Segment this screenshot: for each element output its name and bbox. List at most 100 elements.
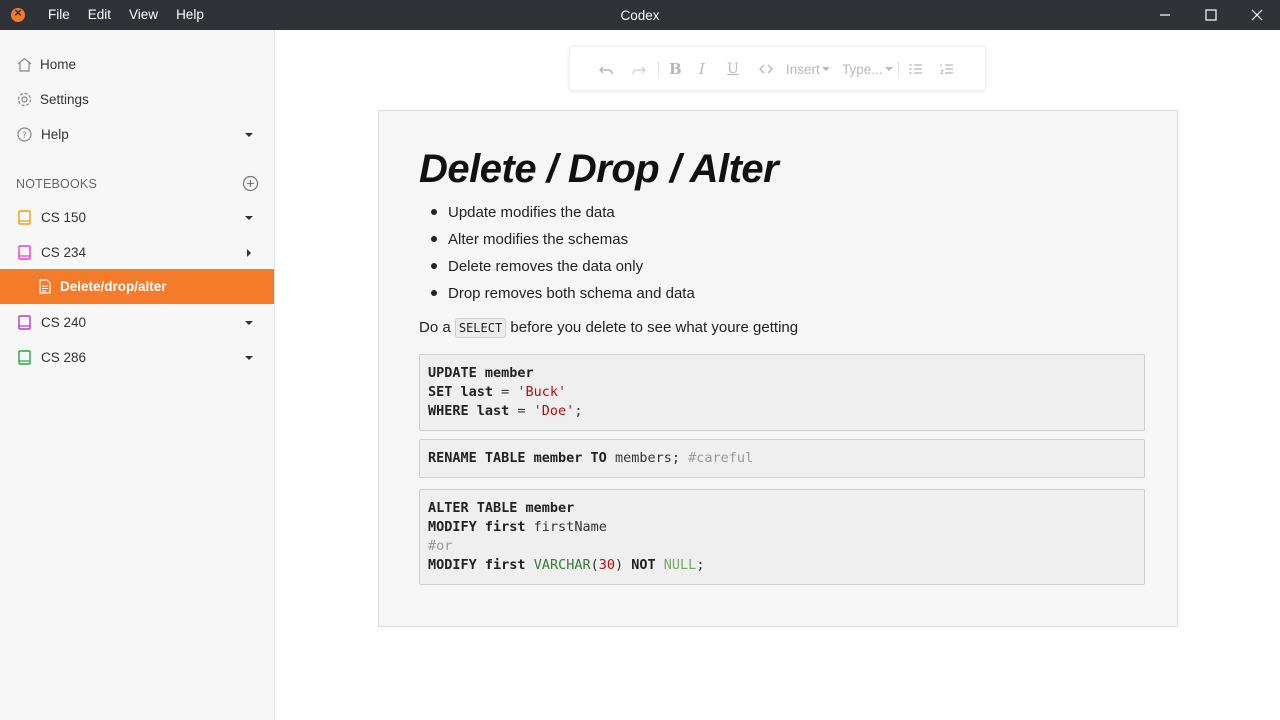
inline-code: SELECT [454, 318, 507, 338]
paragraph-text: before you delete to see what youre gett… [510, 319, 799, 336]
code-token: UPDATE member [428, 365, 534, 381]
type-label: Type... [842, 61, 883, 77]
sidebar-item-home[interactable]: Home [0, 47, 274, 82]
code-token: ; [574, 403, 583, 419]
menu-help[interactable]: Help [167, 0, 213, 30]
code-block[interactable]: UPDATE member SET last = 'Buck' WHERE last… [419, 354, 1145, 431]
maximize-button[interactable] [1188, 0, 1234, 30]
code-token: #or [428, 538, 453, 554]
code-token: ALTER TABLE member [428, 500, 575, 516]
help-circle-icon: ? [17, 127, 32, 142]
numbered-list-button[interactable] [939, 59, 955, 79]
code-icon [759, 64, 773, 74]
code-token: #careful [688, 450, 754, 466]
code-token: MODIFY first [428, 557, 526, 573]
notebook-item-cs150[interactable]: CS 150 [0, 200, 274, 235]
code-token: 'Buck' [517, 384, 567, 400]
minimize-button[interactable] [1142, 0, 1188, 30]
note-page[interactable]: Delete / Drop / Alter Update modifies th… [378, 110, 1178, 627]
chevron-down-icon[interactable] [244, 130, 254, 140]
code-token: NOT [631, 557, 656, 573]
notebook-item-cs286[interactable]: CS 286 [0, 340, 274, 375]
note-item-delete-drop-alter[interactable]: Delete/drop/alter [0, 269, 274, 304]
gear-icon [17, 92, 32, 107]
menu-file[interactable]: File [39, 0, 79, 30]
code-line: MODIFY first VARCHAR(30) NOT NULL; [428, 556, 1136, 575]
sidebar-item-label: Home [40, 57, 77, 72]
code-token: SET last [428, 384, 494, 400]
bullet-list-button[interactable] [908, 59, 924, 79]
code-line: SET last = 'Buck' [428, 383, 1136, 402]
chevron-right-icon[interactable] [244, 248, 254, 258]
chevron-down-icon[interactable] [244, 353, 254, 363]
notebook-label: CS 286 [41, 350, 87, 365]
paragraph: Do a SELECT before you delete to see wha… [419, 316, 798, 340]
caret-down-icon [884, 67, 893, 71]
code-token: MODIFY first [428, 519, 526, 535]
undo-icon [599, 66, 613, 75]
code-token: RENAME TABLE member TO [428, 450, 607, 466]
notebook-icon [18, 315, 31, 330]
chevron-down-icon[interactable] [244, 318, 254, 328]
notebook-item-cs234[interactable]: CS 234 [0, 235, 274, 270]
app-logo-icon [11, 5, 25, 22]
code-token: ; [696, 557, 705, 573]
bold-button[interactable]: B [669, 59, 682, 79]
list-item: Alter modifies the schemas [431, 228, 695, 255]
minimize-icon [1160, 14, 1170, 16]
code-token: NULL [663, 557, 697, 573]
home-icon [17, 57, 32, 72]
notebook-label: CS 240 [41, 315, 87, 330]
code-token: WHERE last [428, 403, 510, 419]
notebook-item-cs240[interactable]: CS 240 [0, 305, 274, 340]
note-icon [39, 279, 51, 294]
svg-text:?: ? [22, 131, 27, 141]
code-block[interactable]: ALTER TABLE member MODIFY first firstName… [419, 489, 1145, 585]
notebook-label: CS 150 [41, 210, 87, 225]
code-token: ) [615, 557, 632, 573]
chevron-down-icon[interactable] [244, 213, 254, 223]
sidebar-item-label: Help [41, 127, 69, 142]
note-title[interactable]: Delete / Drop / Alter [419, 147, 779, 192]
close-icon [1251, 9, 1263, 21]
code-token: firstName [525, 519, 607, 535]
sidebar-item-settings[interactable]: Settings [0, 82, 274, 117]
code-line: MODIFY first firstName [428, 518, 1136, 537]
code-button[interactable] [758, 59, 774, 79]
menu-view[interactable]: View [120, 0, 167, 30]
code-line: RENAME TABLE member TO members; #careful [428, 449, 1136, 468]
close-button[interactable] [1234, 0, 1280, 30]
list-item: Drop removes both schema and data [431, 282, 695, 309]
sidebar-item-help[interactable]: ? Help [0, 117, 274, 152]
type-dropdown[interactable]: Type... [842, 59, 893, 79]
code-token: 'Doe' [533, 403, 575, 419]
sidebar: Home Settings ? Help NOTEBOOKS CS 150 CS… [0, 30, 275, 720]
notebook-icon [18, 350, 31, 365]
code-line: #or [428, 537, 1136, 556]
bullet-list-icon [909, 64, 922, 74]
undo-button[interactable] [598, 59, 614, 79]
code-line: WHERE last = 'Doe'; [428, 402, 1136, 421]
title-bar: File Edit View Help Codex [0, 0, 1280, 30]
code-block[interactable]: RENAME TABLE member TO members; #careful [419, 439, 1145, 478]
code-token: = [493, 384, 518, 400]
notebooks-header: NOTEBOOKS [16, 177, 97, 191]
italic-button[interactable]: I [699, 59, 705, 79]
code-line: ALTER TABLE member [428, 499, 1136, 518]
code-line: UPDATE member [428, 364, 1136, 383]
redo-button[interactable] [631, 59, 647, 79]
underline-button[interactable]: U [727, 59, 739, 79]
notebook-icon [18, 245, 31, 260]
numbered-list-icon [940, 64, 953, 74]
list-item: Update modifies the data [431, 201, 695, 228]
sidebar-item-label: Settings [40, 92, 89, 107]
code-token: = [509, 403, 534, 419]
paragraph-text: Do a [419, 319, 451, 336]
insert-dropdown[interactable]: Insert [786, 59, 830, 79]
editor-toolbar: B I U Insert Type... [569, 46, 986, 91]
code-token: members; [606, 450, 689, 466]
code-token: VARCHAR [533, 557, 591, 573]
add-notebook-icon[interactable] [242, 175, 259, 192]
menu-edit[interactable]: Edit [79, 0, 120, 30]
